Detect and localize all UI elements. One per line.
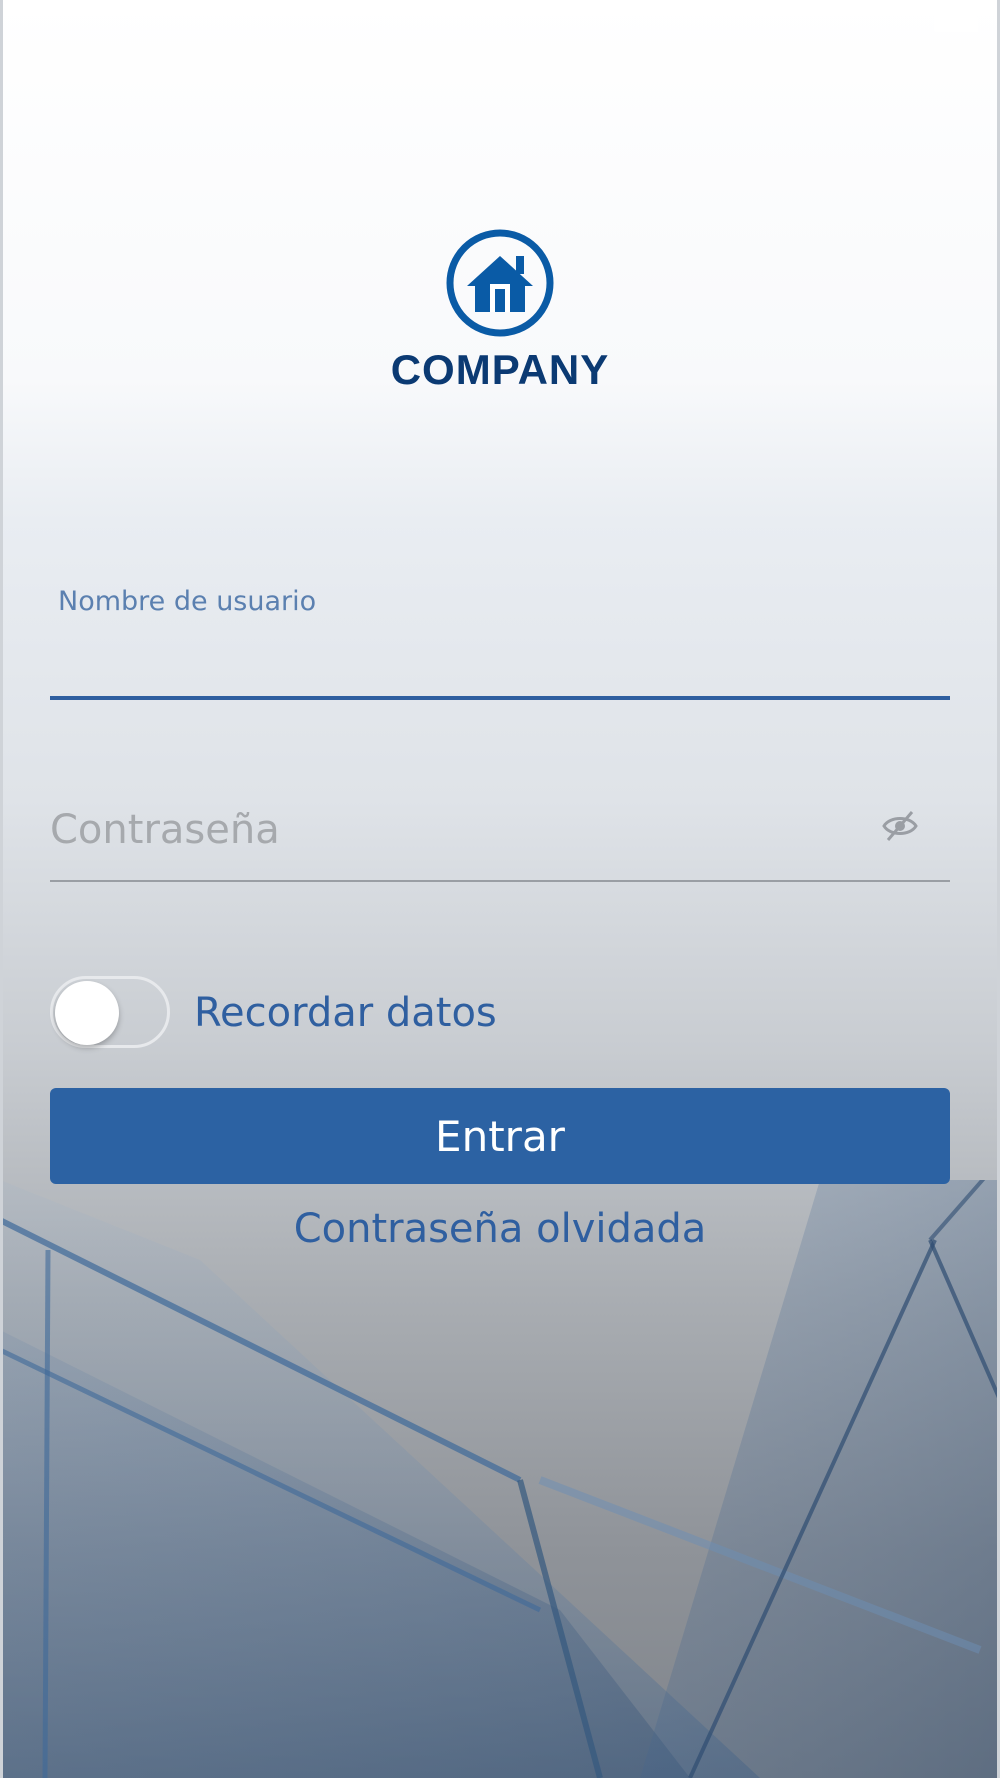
left-edge: [0, 0, 3, 1778]
login-screen: COMPANY Nombre de usuario Recordar datos…: [0, 0, 1000, 1778]
forgot-password-link[interactable]: Contraseña olvidada: [0, 1206, 1000, 1252]
enter-button[interactable]: Entrar: [50, 1088, 950, 1184]
username-input[interactable]: [50, 620, 950, 700]
company-name: COMPANY: [390, 346, 610, 393]
password-input[interactable]: [50, 800, 850, 860]
battery-icon: [934, 16, 978, 32]
password-field: [50, 790, 950, 882]
house-icon: [446, 229, 554, 337]
toggle-knob: [55, 981, 119, 1045]
username-label: Nombre de usuario: [58, 586, 317, 617]
remember-toggle[interactable]: [50, 976, 170, 1048]
background-building-image: [0, 1180, 1000, 1778]
eye-slash-icon[interactable]: [880, 808, 920, 844]
company-logo: COMPANY: [355, 228, 645, 398]
status-bar: [0, 0, 1000, 44]
remember-label: Recordar datos: [194, 990, 497, 1036]
